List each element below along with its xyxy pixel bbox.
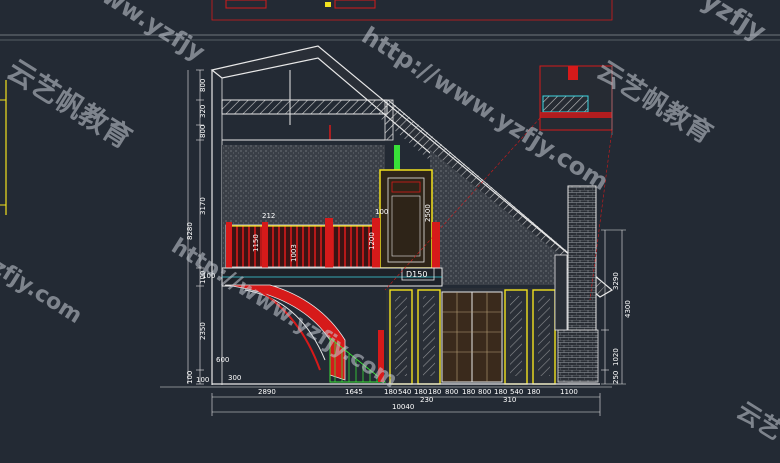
dim-310: 310 <box>503 396 516 404</box>
dim-230: 230 <box>420 396 433 404</box>
dim-v-250: 250 <box>612 371 620 384</box>
dim-1003: 1003 <box>290 244 298 262</box>
dim-600: 600 <box>216 356 229 364</box>
dim-1645: 1645 <box>345 388 363 396</box>
dim-v-3290: 3290 <box>612 272 620 290</box>
dim-v-3170: 3170 <box>199 197 207 215</box>
dim-800-a: 800 <box>445 388 458 396</box>
dim-1200: 1200 <box>368 232 376 250</box>
watermark-brand-left: 云艺帆教育 <box>1 53 137 155</box>
dim-v-100-b: 100 <box>186 371 194 384</box>
bottom-dimension-labels: 2890 1645 180 540 180 180 800 180 800 18… <box>258 388 578 411</box>
dim-100-base: 100 <box>196 376 209 384</box>
dim-180-f: 180 <box>527 388 540 396</box>
dim-v-320: 320 <box>199 105 207 118</box>
dim-180-e: 180 <box>494 388 507 396</box>
dim-180-c: 180 <box>428 388 441 396</box>
dim-2890: 2890 <box>258 388 276 396</box>
dim-212: 212 <box>262 212 275 220</box>
left-dimension-labels: 800 320 800 3170 8280 100 2350 100 <box>186 79 207 384</box>
watermark-corner: 云艺 <box>732 396 780 445</box>
dim-180-b: 180 <box>414 388 427 396</box>
dim-v-800: 800 <box>199 125 207 138</box>
dim-1150: 1150 <box>252 234 260 252</box>
dim-v-2350: 2350 <box>199 322 207 340</box>
dim-180-d: 180 <box>462 388 475 396</box>
dim-1100: 1100 <box>560 388 578 396</box>
watermark-fragment-right: yzfjy <box>696 0 771 48</box>
dim-800-b: 800 <box>478 388 491 396</box>
left-edge-fragment <box>0 80 7 215</box>
dim-100-door: 100 <box>375 208 388 216</box>
dim-2500: 2500 <box>424 204 432 222</box>
dim-540-a: 540 <box>398 388 411 396</box>
cad-elevation-drawing: 2890 1645 180 540 180 180 800 180 800 18… <box>0 0 780 446</box>
dim-300: 300 <box>228 374 241 382</box>
watermark-fragment-left: zfjy.com <box>0 254 86 329</box>
dim-v-1020: 1020 <box>612 348 620 366</box>
dim-v-800-top: 800 <box>199 79 207 92</box>
dim-total-10040: 10040 <box>392 403 414 411</box>
watermark-fragment-top: ww.yzfjy <box>97 0 210 67</box>
dim-v-4300: 4300 <box>624 300 632 318</box>
dim-540-b: 540 <box>510 388 523 396</box>
tag-d150: D150 <box>406 270 427 279</box>
